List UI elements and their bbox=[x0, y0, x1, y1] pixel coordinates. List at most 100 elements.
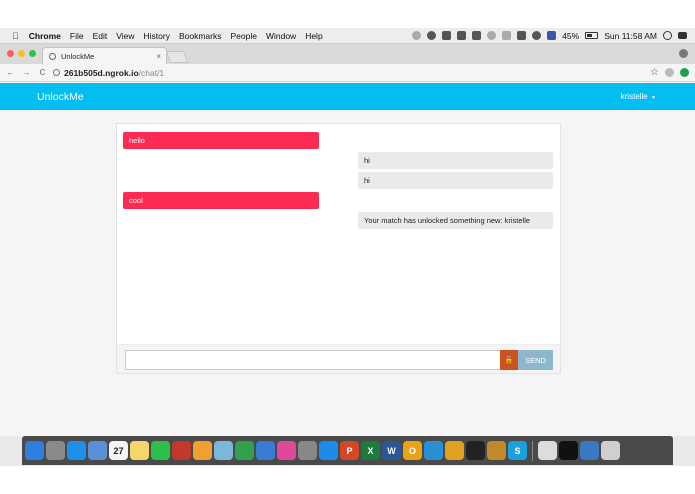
numbers-icon[interactable] bbox=[235, 441, 254, 460]
screen-bottom bbox=[0, 466, 695, 494]
drive-icon[interactable] bbox=[457, 31, 467, 40]
skype-icon[interactable]: S bbox=[508, 441, 527, 460]
spotlight-icon[interactable] bbox=[663, 31, 672, 40]
message-composer: 🔓 SEND bbox=[116, 344, 561, 374]
message-input[interactable] bbox=[125, 350, 501, 370]
browser-tab[interactable]: UnlockMe × bbox=[42, 47, 167, 64]
mail-icon[interactable] bbox=[88, 441, 107, 460]
apple-menu-icon[interactable]:  bbox=[12, 31, 19, 41]
input-flag-icon[interactable] bbox=[547, 31, 557, 40]
message-bubble-sent: hello bbox=[123, 132, 319, 149]
status-tray: 45% Sun 11:58 AM bbox=[412, 31, 687, 41]
message-text: hi bbox=[364, 176, 370, 185]
bookmark-star-icon[interactable]: ☆ bbox=[650, 67, 659, 78]
app-brand[interactable]: UnlockMe bbox=[37, 91, 84, 103]
outlook-icon[interactable]: O bbox=[403, 441, 422, 460]
preview-icon[interactable] bbox=[214, 441, 233, 460]
extension-green-icon[interactable] bbox=[680, 68, 689, 77]
browser-tabbar: UnlockMe × bbox=[0, 44, 695, 64]
terminal-icon[interactable] bbox=[466, 441, 485, 460]
menu-view[interactable]: View bbox=[116, 31, 134, 41]
page-body: hello hi hi cool Your match has unlocked… bbox=[0, 110, 695, 436]
photos-icon[interactable] bbox=[193, 441, 212, 460]
photo-booth-icon[interactable] bbox=[172, 441, 191, 460]
time-machine-icon[interactable] bbox=[487, 31, 497, 40]
menu-window[interactable]: Window bbox=[266, 31, 296, 41]
message-bubble-sent: cool bbox=[123, 192, 319, 209]
menu-edit[interactable]: Edit bbox=[93, 31, 108, 41]
chrome-icon[interactable] bbox=[445, 441, 464, 460]
message-bubble-received: Your match has unlocked something new: k… bbox=[358, 212, 553, 229]
url-host: 261b505d.ngrok.io bbox=[64, 67, 139, 78]
tab-favicon-icon bbox=[49, 52, 56, 60]
facetime-icon[interactable] bbox=[151, 441, 170, 460]
user-menu[interactable]: kristelle ▾ bbox=[621, 92, 655, 101]
chat-messages-panel[interactable]: hello hi hi cool Your match has unlocked… bbox=[116, 123, 561, 374]
toolbar-actions: ☆ bbox=[650, 67, 689, 78]
send-button[interactable]: SEND bbox=[518, 350, 553, 370]
user-name: kristelle bbox=[620, 92, 648, 101]
minimize-window-button[interactable] bbox=[18, 50, 25, 57]
vpn-icon[interactable] bbox=[427, 31, 437, 40]
menu-bookmarks[interactable]: Bookmarks bbox=[179, 31, 222, 41]
new-tab-button[interactable] bbox=[165, 51, 189, 63]
bluetooth-icon[interactable] bbox=[502, 31, 512, 40]
clock[interactable]: Sun 11:58 AM bbox=[604, 31, 657, 41]
ie-icon[interactable] bbox=[424, 441, 443, 460]
notification-center-icon[interactable] bbox=[678, 32, 687, 39]
downloads-icon[interactable] bbox=[580, 441, 599, 460]
app-menu[interactable]: Chrome bbox=[29, 31, 61, 41]
forward-button[interactable]: → bbox=[22, 68, 31, 77]
wifi-icon[interactable] bbox=[532, 31, 542, 40]
address-bar[interactable]: 261b505d.ngrok.io /chat/1 bbox=[53, 68, 164, 78]
profile-icon[interactable] bbox=[679, 49, 688, 58]
tab-title: UnlockMe bbox=[61, 51, 95, 61]
message-text: cool bbox=[129, 196, 143, 205]
message-text: Your match has unlocked something new: k… bbox=[364, 216, 531, 225]
window-thumb-icon[interactable] bbox=[559, 441, 578, 460]
screen:  Chrome File Edit View History Bookmark… bbox=[0, 0, 695, 494]
itunes-icon[interactable] bbox=[277, 441, 296, 460]
dock: 27 P X W O S bbox=[22, 436, 673, 465]
volume-icon[interactable] bbox=[517, 31, 527, 40]
notes-icon[interactable] bbox=[130, 441, 149, 460]
launchpad-icon[interactable] bbox=[46, 441, 65, 460]
menu-file[interactable]: File bbox=[70, 31, 84, 41]
site-info-icon[interactable] bbox=[53, 69, 60, 76]
system-preferences-icon[interactable] bbox=[298, 441, 317, 460]
battery-icon[interactable] bbox=[585, 32, 599, 39]
app-store-icon[interactable] bbox=[319, 441, 338, 460]
unlock-icon: 🔓 bbox=[504, 357, 514, 364]
reload-button[interactable]: C bbox=[38, 68, 47, 77]
dock-separator bbox=[532, 440, 533, 461]
browser-toolbar: ← → C 261b505d.ngrok.io /chat/1 ☆ bbox=[0, 64, 695, 82]
word-icon[interactable]: W bbox=[382, 441, 401, 460]
powerpoint-icon[interactable]: P bbox=[340, 441, 359, 460]
keynote-icon[interactable] bbox=[256, 441, 275, 460]
back-button[interactable]: ← bbox=[6, 68, 15, 77]
dropbox-icon[interactable] bbox=[472, 31, 482, 40]
zoom-window-button[interactable] bbox=[29, 50, 36, 57]
app-navbar: UnlockMe kristelle ▾ bbox=[0, 83, 695, 110]
tab-close-icon[interactable]: × bbox=[156, 52, 161, 61]
os-menubar:  Chrome File Edit View History Bookmark… bbox=[0, 28, 695, 44]
trash-icon[interactable] bbox=[601, 441, 620, 460]
window-thumb-icon[interactable] bbox=[538, 441, 557, 460]
unlock-button[interactable]: 🔓 bbox=[500, 350, 518, 370]
tool-icon[interactable] bbox=[487, 441, 506, 460]
safari-icon[interactable] bbox=[67, 441, 86, 460]
menu-history[interactable]: History bbox=[144, 31, 170, 41]
screen-icon[interactable] bbox=[442, 31, 452, 40]
close-window-button[interactable] bbox=[7, 50, 14, 57]
menu-help[interactable]: Help bbox=[305, 31, 322, 41]
message-text: hello bbox=[129, 136, 145, 145]
chevron-down-icon: ▾ bbox=[651, 95, 655, 101]
menu-people[interactable]: People bbox=[230, 31, 256, 41]
finder-icon[interactable] bbox=[25, 441, 44, 460]
excel-icon[interactable]: X bbox=[361, 441, 380, 460]
calendar-icon[interactable]: 27 bbox=[109, 441, 128, 460]
extension-icon[interactable] bbox=[665, 68, 674, 77]
message-bubble-received: hi bbox=[358, 172, 553, 189]
status-app-icon[interactable] bbox=[412, 31, 422, 40]
message-bubble-received: hi bbox=[358, 152, 553, 169]
